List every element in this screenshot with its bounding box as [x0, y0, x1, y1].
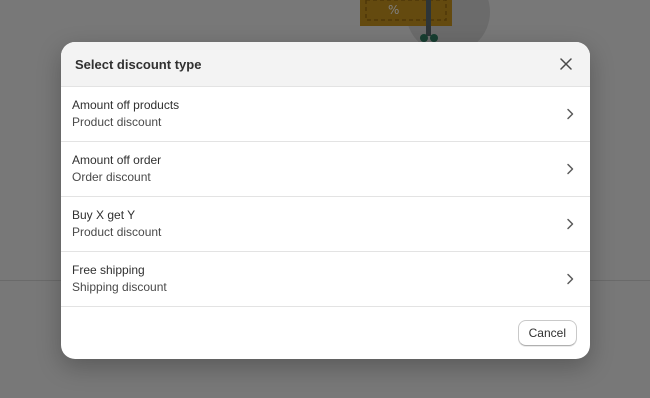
option-amount-off-order[interactable]: Amount off order Order discount	[61, 142, 590, 197]
option-subtitle: Product discount	[72, 115, 162, 129]
option-text: Amount off products Product discount	[72, 97, 179, 131]
chevron-right-icon	[562, 106, 578, 122]
chevron-right-icon	[562, 161, 578, 177]
modal-footer: Cancel	[61, 307, 590, 358]
modal-header: Select discount type	[61, 42, 590, 87]
option-title: Free shipping	[72, 263, 145, 277]
option-title: Buy X get Y	[72, 208, 136, 222]
option-subtitle: Product discount	[72, 225, 162, 239]
option-subtitle: Order discount	[72, 170, 151, 184]
select-discount-type-modal: Select discount type Amount off products…	[61, 42, 590, 359]
option-subtitle: Shipping discount	[72, 280, 167, 294]
option-text: Free shipping Shipping discount	[72, 262, 167, 296]
modal-title: Select discount type	[75, 56, 202, 72]
option-free-shipping[interactable]: Free shipping Shipping discount	[61, 252, 590, 307]
option-title: Amount off order	[72, 153, 162, 167]
option-buy-x-get-y[interactable]: Buy X get Y Product discount	[61, 197, 590, 252]
close-button[interactable]	[554, 52, 578, 76]
close-icon	[560, 58, 572, 70]
cancel-button[interactable]: Cancel	[517, 319, 577, 346]
chevron-right-icon	[562, 216, 578, 232]
option-text: Buy X get Y Product discount	[72, 207, 161, 241]
option-amount-off-products[interactable]: Amount off products Product discount	[61, 87, 590, 142]
option-text: Amount off order Order discount	[72, 152, 161, 186]
chevron-right-icon	[562, 271, 578, 287]
option-title: Amount off products	[72, 98, 180, 112]
